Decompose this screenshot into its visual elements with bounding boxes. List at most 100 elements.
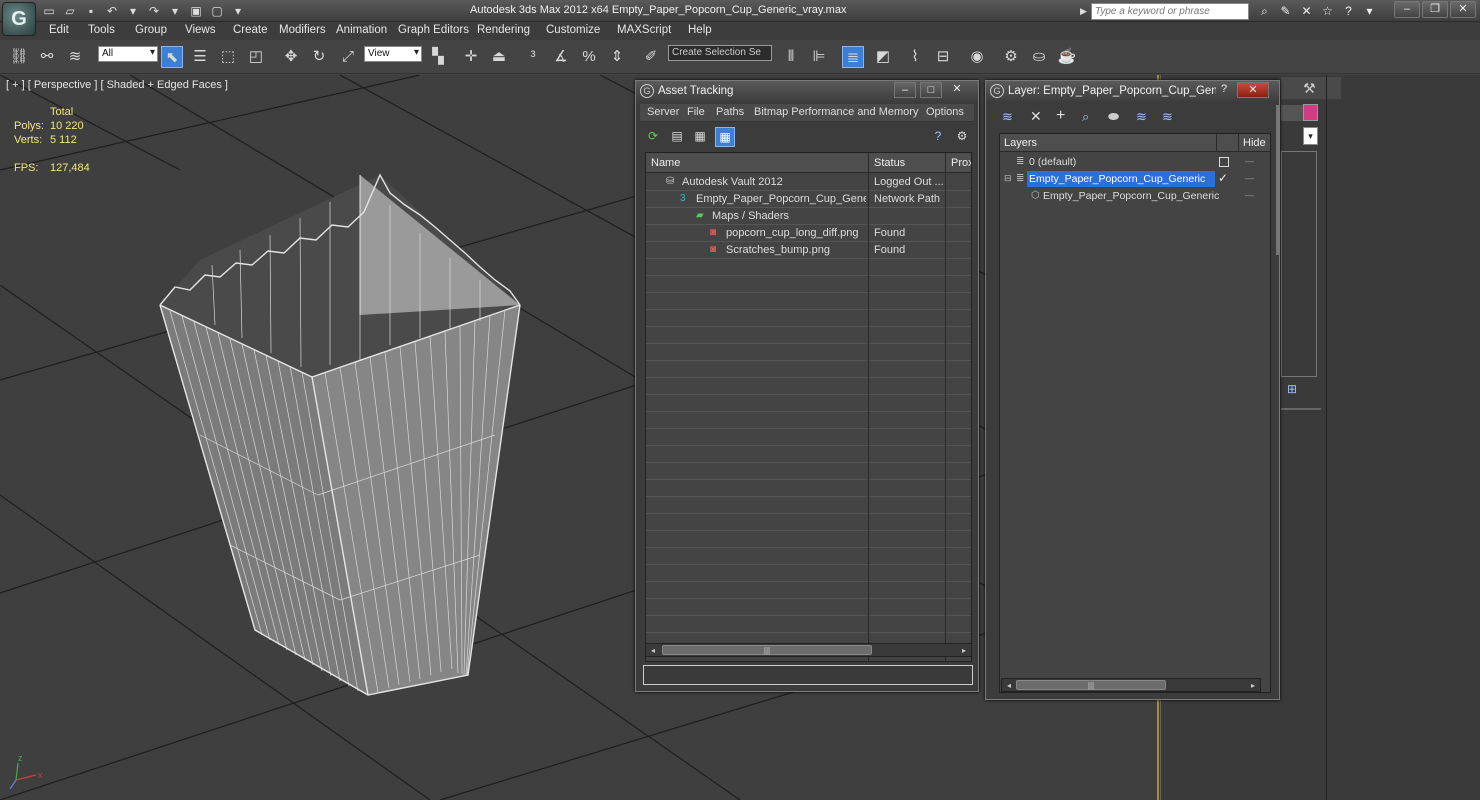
- create-new-layer-icon[interactable]: ≋: [1002, 109, 1013, 125]
- menu-views[interactable]: Views: [185, 24, 215, 36]
- asset-row[interactable]: ▰ Maps / Shaders: [646, 208, 971, 225]
- undo-dropdown-icon[interactable]: ▾: [124, 3, 142, 19]
- asset-horizontal-scrollbar[interactable]: ◂ ||| ▸: [645, 643, 972, 657]
- hide-toggle[interactable]: —: [1245, 156, 1254, 166]
- schematic-view-icon[interactable]: ⊟: [932, 46, 954, 68]
- menu-help[interactable]: Help: [688, 24, 712, 36]
- asset-row[interactable]: 3 Empty_Paper_Popcorn_Cup_Gener... Network…: [646, 191, 971, 208]
- col-status-header[interactable]: Status: [874, 157, 905, 169]
- at-menu-paths[interactable]: Paths: [716, 106, 744, 118]
- select-and-rotate-icon[interactable]: ↻: [308, 46, 330, 68]
- scroll-thumb[interactable]: |||: [662, 645, 872, 655]
- menu-maxscript[interactable]: MAXScript: [617, 24, 671, 36]
- layer-scroll-left-icon[interactable]: ◂: [1003, 680, 1015, 691]
- layer-titlebar[interactable]: G Layer: Empty_Paper_Popcorn_Cup_Generic…: [986, 81, 1279, 101]
- redo-dropdown-icon[interactable]: ▾: [166, 3, 184, 19]
- window-crossing-icon[interactable]: ◰: [245, 46, 267, 68]
- asset-row[interactable]: ◙ Scratches_bump.png Found: [646, 242, 971, 259]
- thumbnail-view-icon[interactable]: ▦: [692, 129, 708, 145]
- hide-unhide-all-icon[interactable]: ≋: [1136, 109, 1147, 125]
- select-objects-in-layer-icon[interactable]: ⌕: [1082, 109, 1089, 125]
- layer-close-button[interactable]: ✕: [1237, 82, 1269, 98]
- search-input[interactable]: Type a keyword or phrase: [1091, 3, 1249, 20]
- asset-row[interactable]: ⛁ Autodesk Vault 2012 Logged Out ...: [646, 174, 971, 191]
- bind-to-space-warp-icon[interactable]: ≋: [64, 46, 86, 68]
- at-menu-file[interactable]: File: [687, 106, 705, 118]
- redo-icon[interactable]: ↷: [145, 3, 163, 19]
- menu-graph-editors[interactable]: Graph Editors: [398, 24, 469, 36]
- curve-editor-icon[interactable]: ⌇: [904, 46, 926, 68]
- menu-animation[interactable]: Animation: [336, 24, 387, 36]
- table-view-icon[interactable]: ▦: [715, 127, 735, 147]
- reference-coordinate-dropdown[interactable]: View: [364, 46, 422, 62]
- save-icon[interactable]: ▪: [82, 3, 100, 19]
- menu-create[interactable]: Create: [233, 24, 268, 36]
- layer-row-object[interactable]: ⬡ Empty_Paper_Popcorn_Cup_Generic —: [1000, 188, 1270, 205]
- select-object-icon[interactable]: ⬉: [161, 46, 183, 68]
- help-question-icon[interactable]: ?: [930, 129, 946, 145]
- delete-layer-icon[interactable]: ✕: [1030, 108, 1042, 125]
- percent-snap-icon[interactable]: %: [578, 46, 600, 68]
- asset-maximize-button[interactable]: □: [920, 82, 942, 98]
- list-view-icon[interactable]: ▤: [669, 129, 685, 145]
- menu-customize[interactable]: Customize: [546, 24, 600, 36]
- col-hide-header[interactable]: Hide: [1243, 137, 1266, 149]
- select-and-manipulate-icon[interactable]: ✛: [460, 46, 482, 68]
- scroll-right-arrow-icon[interactable]: ▸: [958, 645, 970, 656]
- menu-group[interactable]: Group: [135, 24, 167, 36]
- snaps-toggle-icon[interactable]: ³: [522, 46, 544, 68]
- menu-tools[interactable]: Tools: [88, 24, 115, 36]
- favorites-star-icon[interactable]: ☆: [1319, 3, 1336, 19]
- add-selected-to-layer-icon[interactable]: +: [1056, 107, 1065, 125]
- hide-toggle[interactable]: —: [1245, 190, 1254, 200]
- at-menu-options[interactable]: Options: [926, 106, 964, 118]
- layer-row-default[interactable]: ≣ 0 (default) —: [1000, 154, 1270, 171]
- layer-scroll-thumb[interactable]: |||: [1016, 680, 1166, 690]
- help-icon[interactable]: ?: [1340, 3, 1357, 19]
- selection-filter-dropdown[interactable]: All: [98, 46, 158, 62]
- asset-name[interactable]: Autodesk Vault 2012: [682, 176, 783, 188]
- popcorn-cup-model[interactable]: [159, 173, 521, 696]
- asset-tracking-titlebar[interactable]: G Asset Tracking – □ ✕: [636, 81, 978, 101]
- collapse-icon[interactable]: ⊟: [1004, 173, 1012, 184]
- unlink-selection-icon[interactable]: ⚯: [36, 46, 58, 68]
- undo-icon[interactable]: ↶: [103, 3, 121, 19]
- viewport-label[interactable]: [ + ] [ Perspective ] [ Shaded + Edged F…: [6, 79, 228, 91]
- open-folder-icon[interactable]: ▱: [61, 3, 79, 19]
- scroll-left-arrow-icon[interactable]: ◂: [647, 645, 659, 656]
- layer-manager-icon[interactable]: ≣: [842, 46, 864, 68]
- rendered-frame-window-icon[interactable]: ⛀: [1028, 46, 1050, 68]
- asset-name[interactable]: popcorn_cup_long_diff.png: [726, 227, 859, 239]
- binoculars-icon[interactable]: ⌕: [1256, 3, 1273, 19]
- communication-icon[interactable]: ✕: [1298, 3, 1315, 19]
- object-name[interactable]: Empty_Paper_Popcorn_Cup_Generic: [1041, 188, 1221, 204]
- customize-dropdown-icon[interactable]: ▾: [229, 3, 247, 19]
- menu-rendering[interactable]: Rendering: [477, 24, 530, 36]
- material-editor-icon[interactable]: ◉: [966, 46, 988, 68]
- project-folder-icon[interactable]: ▣: [187, 3, 205, 19]
- subscription-icon[interactable]: ✎: [1277, 3, 1294, 19]
- layer-scroll-right-icon[interactable]: ▸: [1247, 680, 1259, 691]
- select-and-link-icon[interactable]: ⛓: [8, 46, 30, 68]
- app-logo-icon[interactable]: G: [2, 2, 36, 36]
- menu-edit[interactable]: Edit: [49, 24, 69, 36]
- layer-name[interactable]: Empty_Paper_Popcorn_Cup_Generic: [1027, 171, 1215, 187]
- asset-close-button[interactable]: ✕: [946, 82, 968, 98]
- modifier-stack[interactable]: [1281, 151, 1317, 377]
- col-name-header[interactable]: Name: [651, 157, 680, 169]
- highlight-selected-layers-icon[interactable]: ⬬: [1108, 109, 1119, 125]
- select-and-scale-icon[interactable]: ⤢: [337, 46, 359, 68]
- asset-name[interactable]: Empty_Paper_Popcorn_Cup_Gener...: [696, 193, 866, 205]
- angle-snap-icon[interactable]: ∡: [550, 46, 572, 68]
- asset-status-field[interactable]: [643, 665, 973, 685]
- help-dropdown-icon[interactable]: ▾: [1361, 3, 1378, 19]
- freeze-unfreeze-all-icon[interactable]: ≋: [1162, 109, 1173, 125]
- select-by-name-icon[interactable]: ☰: [189, 46, 211, 68]
- col-proxy-header[interactable]: Prox: [951, 157, 971, 169]
- pivot-center-icon[interactable]: ▚: [427, 46, 449, 68]
- vault-settings-icon[interactable]: ⚙: [954, 129, 970, 145]
- modifier-list-dropdown[interactable]: ▾: [1303, 127, 1318, 145]
- spinner-snap-icon[interactable]: ⇕: [606, 46, 628, 68]
- select-and-move-icon[interactable]: ✥: [280, 46, 302, 68]
- graphite-ribbon-icon[interactable]: ◩: [872, 46, 894, 68]
